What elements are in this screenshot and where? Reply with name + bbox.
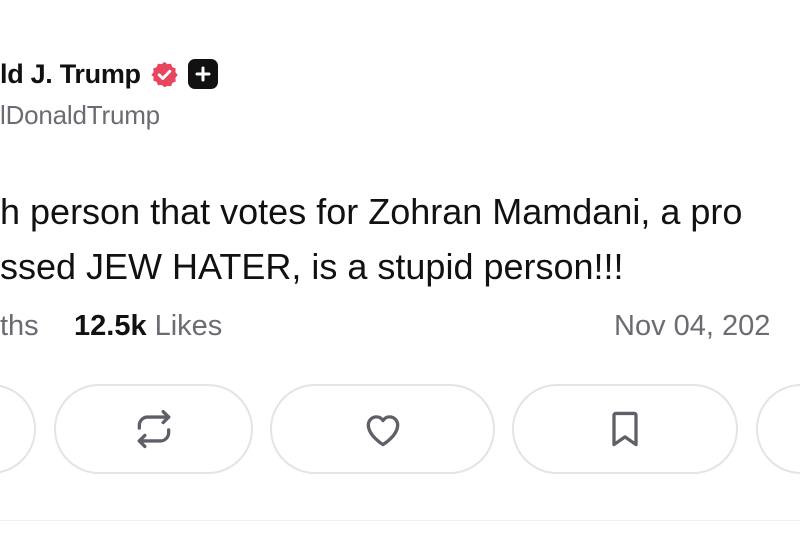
post-text-line: ssed JEW HATER, is a stupid person!!! [0, 246, 624, 287]
reply-button[interactable] [0, 384, 36, 474]
post-date: Nov 04, 202 [614, 310, 771, 342]
verified-badge-icon [150, 60, 179, 89]
post-stats: ths 12.5k Likes Nov 04, 202 [0, 310, 800, 350]
repost-icon [132, 407, 176, 451]
post-card: ld J. Trump lDonaldTrump h person that v… [0, 0, 800, 533]
share-button[interactable] [756, 384, 800, 474]
like-button[interactable] [270, 384, 495, 474]
plus-badge-icon[interactable] [187, 59, 218, 89]
likes-stat[interactable]: 12.5k Likes [74, 310, 222, 343]
post-text-line: h person that votes for Zohran Mamdani, … [0, 191, 743, 232]
likes-count: 12.5k [74, 310, 147, 342]
post-body: h person that votes for Zohran Mamdani, … [0, 184, 742, 294]
reposts-stat[interactable]: ths [0, 310, 39, 343]
author-display-name[interactable]: ld J. Trump [0, 59, 141, 90]
bookmark-button[interactable] [512, 384, 738, 474]
repost-button[interactable] [54, 384, 253, 474]
bookmark-icon [603, 407, 647, 451]
likes-label: Likes [154, 310, 223, 342]
heart-icon [361, 407, 405, 451]
divider [0, 520, 800, 521]
author-handle[interactable]: lDonaldTrump [0, 100, 160, 131]
author-row: ld J. Trump [0, 56, 218, 92]
